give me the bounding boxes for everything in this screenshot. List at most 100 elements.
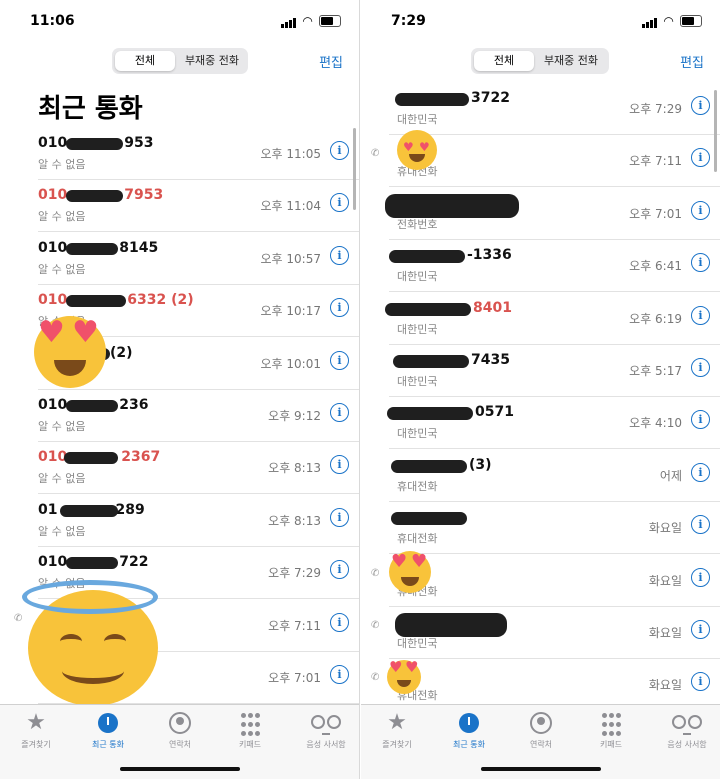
call-time: 화요일 — [648, 626, 682, 640]
call-number: (3) — [469, 456, 492, 473]
info-icon[interactable]: i — [330, 298, 349, 318]
info-icon[interactable]: i — [330, 665, 349, 684]
info-icon[interactable]: i — [691, 515, 710, 535]
call-label: 대한민국 — [397, 375, 438, 388]
redaction-bar — [393, 355, 469, 368]
info-icon[interactable]: i — [330, 403, 349, 422]
scrollbar[interactable] — [353, 128, 356, 210]
tab-favorites[interactable]: ★ 즐겨찾기 — [367, 709, 427, 750]
redaction-bar — [387, 407, 473, 421]
status-icons: ◠ — [642, 14, 702, 28]
tab-voicemail[interactable]: 음성 사서함 — [657, 709, 717, 750]
call-time: 오후 7:11 — [268, 618, 321, 633]
redaction-bar — [66, 190, 123, 203]
tab-keypad[interactable]: 키패드 — [220, 709, 280, 750]
mouth — [54, 360, 86, 376]
status-bar: 11:06 ◠ — [0, 10, 359, 30]
call-number: 7435 — [471, 352, 510, 368]
tab-contacts[interactable]: 연락처 — [150, 709, 210, 750]
info-icon[interactable]: i — [691, 148, 710, 168]
edit-button[interactable]: 편집 — [680, 52, 704, 71]
redaction-bar — [389, 250, 465, 264]
call-row[interactable]: 7435 대한민국 오후 5:17 i — [389, 344, 720, 397]
call-time: 오후 11:04 — [260, 199, 321, 214]
info-icon[interactable]: i — [691, 200, 710, 220]
info-icon[interactable]: i — [691, 358, 710, 377]
call-time: 오후 7:29 — [268, 566, 321, 581]
info-icon[interactable]: i — [691, 305, 710, 325]
scrollbar[interactable] — [714, 90, 717, 172]
tab-voicemail[interactable]: 음성 사서함 — [296, 709, 356, 750]
info-icon[interactable]: i — [330, 141, 349, 160]
call-time: 오후 8:13 — [268, 513, 321, 528]
tab-missed[interactable]: 부재중 전화 — [178, 51, 246, 71]
call-row[interactable]: 휴대전화화요일i✆ — [371, 554, 720, 607]
call-time: 오후 5:17 — [629, 364, 682, 378]
tab-all[interactable]: 전체 — [474, 51, 534, 71]
call-label: 대한민국 — [397, 113, 438, 126]
status-bar: 7:29 ◠ — [361, 10, 720, 30]
info-icon[interactable]: i — [691, 567, 710, 587]
tab-all[interactable]: 전체 — [115, 51, 175, 71]
home-indicator[interactable] — [480, 767, 601, 771]
call-label: 알 수 없음 — [38, 472, 86, 486]
info-icon[interactable]: i — [691, 96, 710, 115]
call-row[interactable]: 대한민국 화요일 i ✆ — [371, 606, 720, 659]
info-icon[interactable]: i — [330, 350, 349, 370]
info-icon[interactable]: i — [330, 193, 349, 213]
call-row[interactable]: 010 236 알 수 없음 오후 9:12 i — [38, 389, 359, 442]
info-icon[interactable]: i — [330, 560, 349, 580]
info-icon[interactable]: i — [330, 455, 349, 475]
tab-recents[interactable]: 최근 통화 — [439, 709, 499, 750]
tab-favorites[interactable]: ★ 즐겨찾기 — [6, 709, 66, 750]
number-prefix: 010 — [38, 239, 68, 256]
call-row[interactable]: (3) 휴대전화 어제 i — [389, 449, 720, 502]
clock-icon — [98, 713, 118, 733]
call-label: 대한민국 — [397, 427, 438, 441]
info-icon[interactable]: i — [691, 620, 710, 639]
number-prefix: 010 — [38, 292, 68, 309]
call-row[interactable]: 010 2367 알 수 없음 오후 8:13 i — [38, 441, 359, 495]
call-filter-segmented: 전체 부재중 전화 — [471, 48, 609, 74]
recents-icon — [78, 709, 138, 737]
left-phone-screen: 11:06 ◠ 전체 부재중 전화 편집 최근 통화 010 953 알 수 없음 오… — [0, 0, 360, 779]
call-row[interactable]: 휴대전화 화요일 i — [389, 501, 720, 555]
call-row[interactable]: 010 953 알 수 없음 오후 11:05 i — [38, 127, 359, 180]
tab-recents[interactable]: 최근 통화 — [78, 709, 138, 750]
call-row[interactable]: 8401 대한민국 오후 6:19 i — [385, 292, 720, 345]
call-row[interactable]: 0571 대한민국 오후 4:10 i — [387, 396, 720, 450]
signal-bar — [650, 20, 653, 28]
call-row[interactable]: 휴대전화 오후 7:11 i ✆ — [371, 134, 720, 188]
info-icon[interactable]: i — [330, 245, 349, 265]
info-icon[interactable]: i — [330, 612, 349, 632]
halo-smile-emoji — [22, 580, 158, 706]
call-time: 화요일 — [648, 521, 682, 536]
mouth — [409, 154, 425, 162]
info-icon[interactable]: i — [691, 410, 710, 430]
info-icon[interactable]: i — [691, 672, 710, 692]
info-icon[interactable]: i — [691, 253, 710, 273]
number-prefix: 01 — [38, 501, 58, 518]
redaction-bar — [385, 302, 471, 316]
page-title: 최근 통화 — [38, 94, 143, 124]
call-row[interactable]: 3722 대한민국 오후 7:29 i — [389, 82, 720, 135]
call-row[interactable]: 01 289 알 수 없음 오후 8:13 i — [38, 494, 359, 547]
tab-keypad[interactable]: 키패드 — [581, 709, 641, 750]
info-icon[interactable]: i — [691, 462, 710, 482]
redaction-bar — [66, 242, 118, 255]
call-row[interactable]: 010 8145 알 수 없음 오후 10:57 i — [38, 232, 359, 285]
call-time: 오후 6:41 — [629, 259, 682, 274]
home-indicator[interactable] — [119, 767, 240, 771]
call-row[interactable]: -1336 대한민국 오후 6:41 i — [389, 239, 720, 293]
status-icons: ◠ — [281, 14, 341, 28]
call-number: -1336 — [467, 247, 512, 264]
call-row[interactable]: 전화번호 오후 7:01 i — [385, 187, 720, 240]
tab-missed[interactable]: 부재중 전화 — [537, 51, 605, 71]
call-label: 전화번호 — [397, 217, 438, 231]
redaction-bar — [391, 459, 467, 473]
edit-button[interactable]: 편집 — [319, 52, 343, 71]
info-icon[interactable]: i — [330, 507, 349, 527]
tab-contacts[interactable]: 연락처 — [511, 709, 571, 750]
call-row[interactable]: 010 7953 알 수 없음 오후 11:04 i — [38, 179, 359, 233]
call-label: 휴대전화 — [397, 532, 438, 546]
